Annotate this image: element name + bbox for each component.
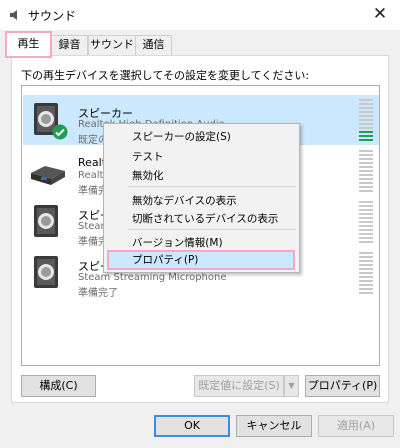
properties-button[interactable]: プロパティ(P) (305, 375, 380, 397)
menu-item-show-disabled[interactable]: 無効なデバイスの表示 (132, 193, 237, 208)
tab-communications[interactable]: 通信 (135, 35, 172, 56)
volume-meter (359, 201, 373, 245)
menu-item-disable[interactable]: 無効化 (132, 168, 164, 183)
device-description: Steam Streaming Microphone (78, 272, 227, 283)
close-button[interactable]: ✕ (360, 0, 400, 30)
speaker-icon (10, 10, 17, 20)
apply-button[interactable]: 適用(A) (318, 415, 394, 437)
volume-meter (359, 99, 373, 143)
context-menu: スピーカーの設定(S) テスト 無効化 無効なデバイスの表示 切断されているデバ… (103, 123, 300, 273)
menu-item-properties[interactable]: プロパティ(P) (107, 250, 295, 270)
digital-output-icon (31, 166, 65, 185)
set-default-dropdown[interactable]: ▼ (284, 375, 299, 397)
menu-separator (128, 186, 296, 187)
set-default-button[interactable]: 既定値に設定(S) (194, 375, 284, 397)
menu-item-test[interactable]: テスト (132, 149, 164, 164)
instruction-text: 下の再生デバイスを選択してその設定を変更してください: (21, 69, 310, 82)
ok-button[interactable]: OK (154, 415, 230, 437)
tab-playback[interactable]: 再生 (5, 31, 52, 58)
menu-item-show-disconnected[interactable]: 切断されているデバイスの表示 (132, 211, 278, 226)
cancel-button[interactable]: キャンセル (236, 415, 312, 437)
menu-item-speaker-settings[interactable]: スピーカーの設定(S) (132, 129, 231, 144)
chevron-down-icon: ▼ (288, 381, 295, 390)
menu-separator (128, 229, 296, 230)
window-title: サウンド (28, 9, 77, 23)
tab-recording[interactable]: 録音 (51, 35, 88, 56)
configure-button[interactable]: 構成(C) (21, 375, 96, 397)
default-check-icon (52, 124, 68, 140)
speaker-device-icon (34, 256, 58, 288)
device-status: 準備完了 (78, 288, 118, 299)
title-bar: サウンド ✕ (0, 0, 400, 30)
speaker-device-icon (34, 205, 58, 237)
tab-sounds[interactable]: サウンド (88, 35, 136, 56)
menu-item-version-info[interactable]: バージョン情報(M) (132, 235, 223, 250)
volume-meter (359, 252, 373, 296)
volume-meter (359, 150, 373, 194)
